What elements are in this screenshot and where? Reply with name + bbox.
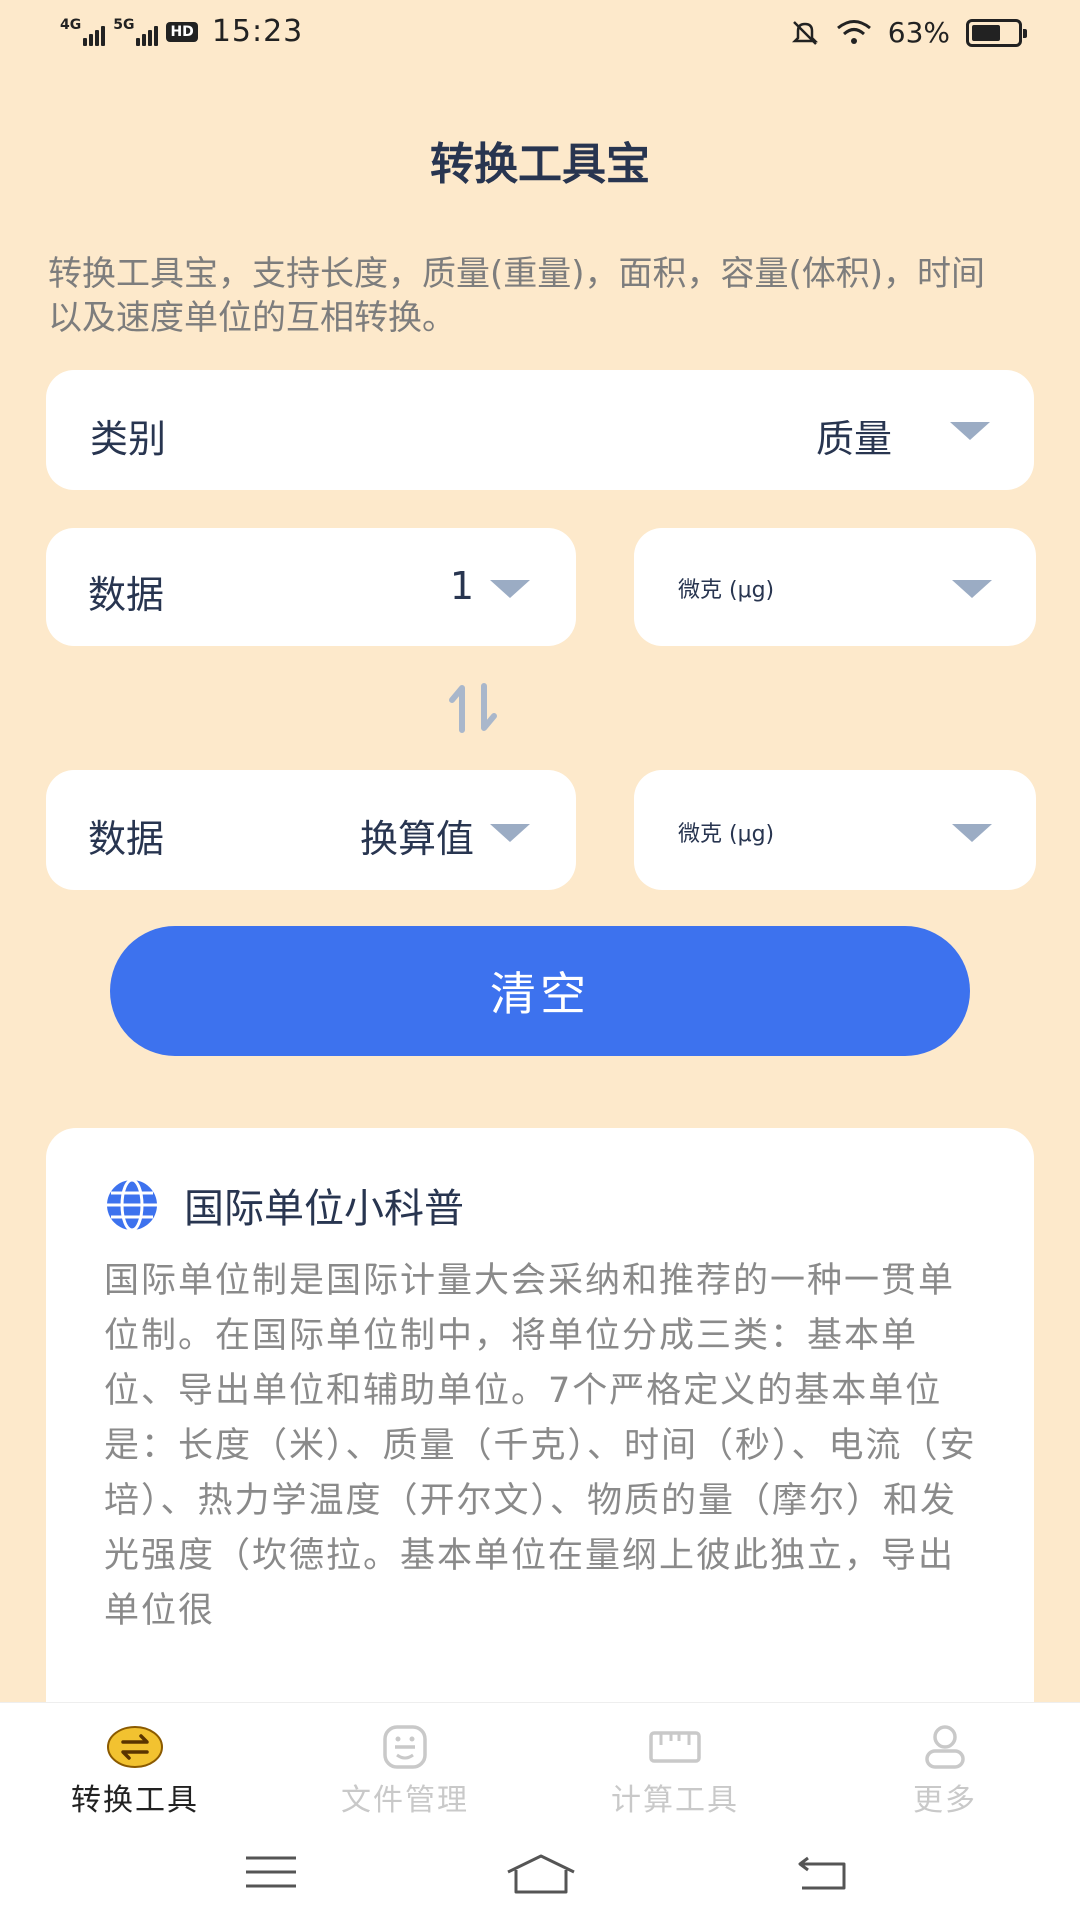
- home-icon[interactable]: [504, 1852, 578, 1896]
- input-value: 1: [449, 564, 474, 608]
- input-label: 数据: [88, 573, 165, 617]
- wifi-icon: [836, 19, 871, 44]
- nav-item-more[interactable]: 更多: [810, 1703, 1080, 1832]
- mute-icon: [791, 20, 818, 45]
- network-4g-label: 4G: [60, 16, 82, 33]
- swap-arrows-icon[interactable]: [446, 682, 502, 734]
- chevron-down-icon: [952, 580, 992, 598]
- output-label: 数据: [88, 817, 165, 861]
- nav-item-calc[interactable]: 计算工具: [540, 1703, 810, 1832]
- output-unit-select[interactable]: 微克 (μg): [634, 770, 1036, 890]
- input-unit: 微克 (μg): [678, 578, 775, 603]
- battery-percent: 63%: [887, 16, 950, 49]
- category-select[interactable]: 类别 质量: [46, 370, 1034, 490]
- category-label: 类别: [90, 417, 167, 461]
- chevron-down-icon: [490, 824, 530, 842]
- input-value-select[interactable]: 数据 1: [46, 528, 576, 646]
- battery-icon: [966, 18, 1027, 47]
- convert-icon: [107, 1726, 163, 1768]
- back-icon[interactable]: [794, 1852, 850, 1892]
- page-description: 转换工具宝，支持长度，质量(重量)，面积，容量(体积)，时间以及速度单位的互相转…: [48, 254, 986, 338]
- output-value-select[interactable]: 数据 换算值: [46, 770, 576, 890]
- output-unit: 微克 (μg): [678, 822, 775, 847]
- bottom-nav: 转换工具 文件管理 计算工具 更多: [0, 1702, 1080, 1832]
- category-value: 质量: [816, 417, 893, 461]
- output-value: 换算值: [359, 817, 474, 861]
- chevron-down-icon: [950, 422, 990, 440]
- signal-5g-icon: 5G: [113, 16, 159, 46]
- user-icon: [925, 1725, 965, 1769]
- nav-label-files: 文件管理: [341, 1783, 469, 1818]
- scan-file-icon: [383, 1725, 427, 1769]
- system-nav-bar: [0, 1832, 1080, 1920]
- menu-icon[interactable]: [244, 1852, 298, 1892]
- clear-button[interactable]: 清空: [110, 926, 970, 1056]
- status-bar: 4G 5G HD 15:23 63%: [0, 0, 1080, 66]
- info-body: 国际单位制是国际计量大会采纳和推荐的一种一贯单位制。在国际单位制中，将单位分成三…: [104, 1261, 977, 1631]
- nav-item-convert[interactable]: 转换工具: [0, 1703, 270, 1832]
- nav-label-calc: 计算工具: [611, 1783, 739, 1818]
- hd-icon: HD: [166, 21, 198, 42]
- ruler-icon: [649, 1731, 701, 1763]
- nav-label-convert: 转换工具: [71, 1783, 199, 1818]
- nav-item-files[interactable]: 文件管理: [270, 1703, 540, 1832]
- clock: 15:23: [211, 14, 304, 49]
- chevron-down-icon: [952, 824, 992, 842]
- nav-label-more: 更多: [913, 1783, 977, 1818]
- input-unit-select[interactable]: 微克 (μg): [634, 528, 1036, 646]
- page-title: 转换工具宝: [430, 139, 650, 190]
- network-5g-label: 5G: [113, 16, 135, 33]
- signal-4g-icon: 4G: [60, 16, 106, 46]
- info-title: 国际单位小科普: [184, 1186, 464, 1232]
- chevron-down-icon: [490, 580, 530, 598]
- globe-icon: [107, 1178, 157, 1232]
- info-card: 国际单位小科普 国际单位制是国际计量大会采纳和推荐的一种一贯单位制。在国际单位制…: [46, 1128, 1034, 1728]
